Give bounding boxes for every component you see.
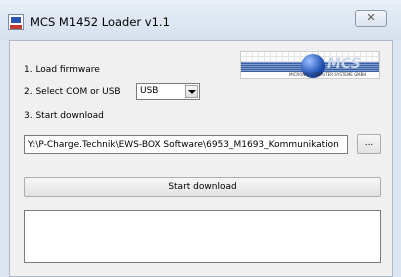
main-panel: 1. Load firmware 2. Select COM or USB US… (9, 40, 393, 277)
title-bar: MCS M1452 Loader v1.1 ✕ (0, 0, 401, 40)
window-title: MCS M1452 Loader v1.1 (30, 15, 170, 29)
firmware-path-field[interactable] (24, 135, 348, 154)
close-button[interactable]: ✕ (355, 10, 387, 27)
port-select[interactable]: USB (136, 83, 200, 100)
logo-caption: MICRONIC COMPUTER SYSTEME GMBH (289, 72, 367, 77)
port-select-value: USB (140, 86, 159, 96)
step-start-download-label: 3. Start download (24, 111, 104, 121)
start-download-button[interactable]: Start download (24, 177, 381, 197)
logo-wordmark: MCS (327, 56, 361, 72)
browse-button[interactable]: ... (357, 134, 381, 154)
close-icon: ✕ (366, 11, 376, 24)
log-output[interactable] (24, 210, 381, 263)
step-load-firmware-label: 1. Load firmware (24, 65, 100, 75)
chevron-down-icon[interactable] (185, 85, 198, 98)
step-select-port-label: 2. Select COM or USB (24, 87, 121, 97)
mcs-logo: MCS MICRONIC COMPUTER SYSTEME GMBH (240, 51, 380, 79)
firmware-path-input[interactable] (25, 136, 347, 153)
app-icon (8, 14, 24, 30)
